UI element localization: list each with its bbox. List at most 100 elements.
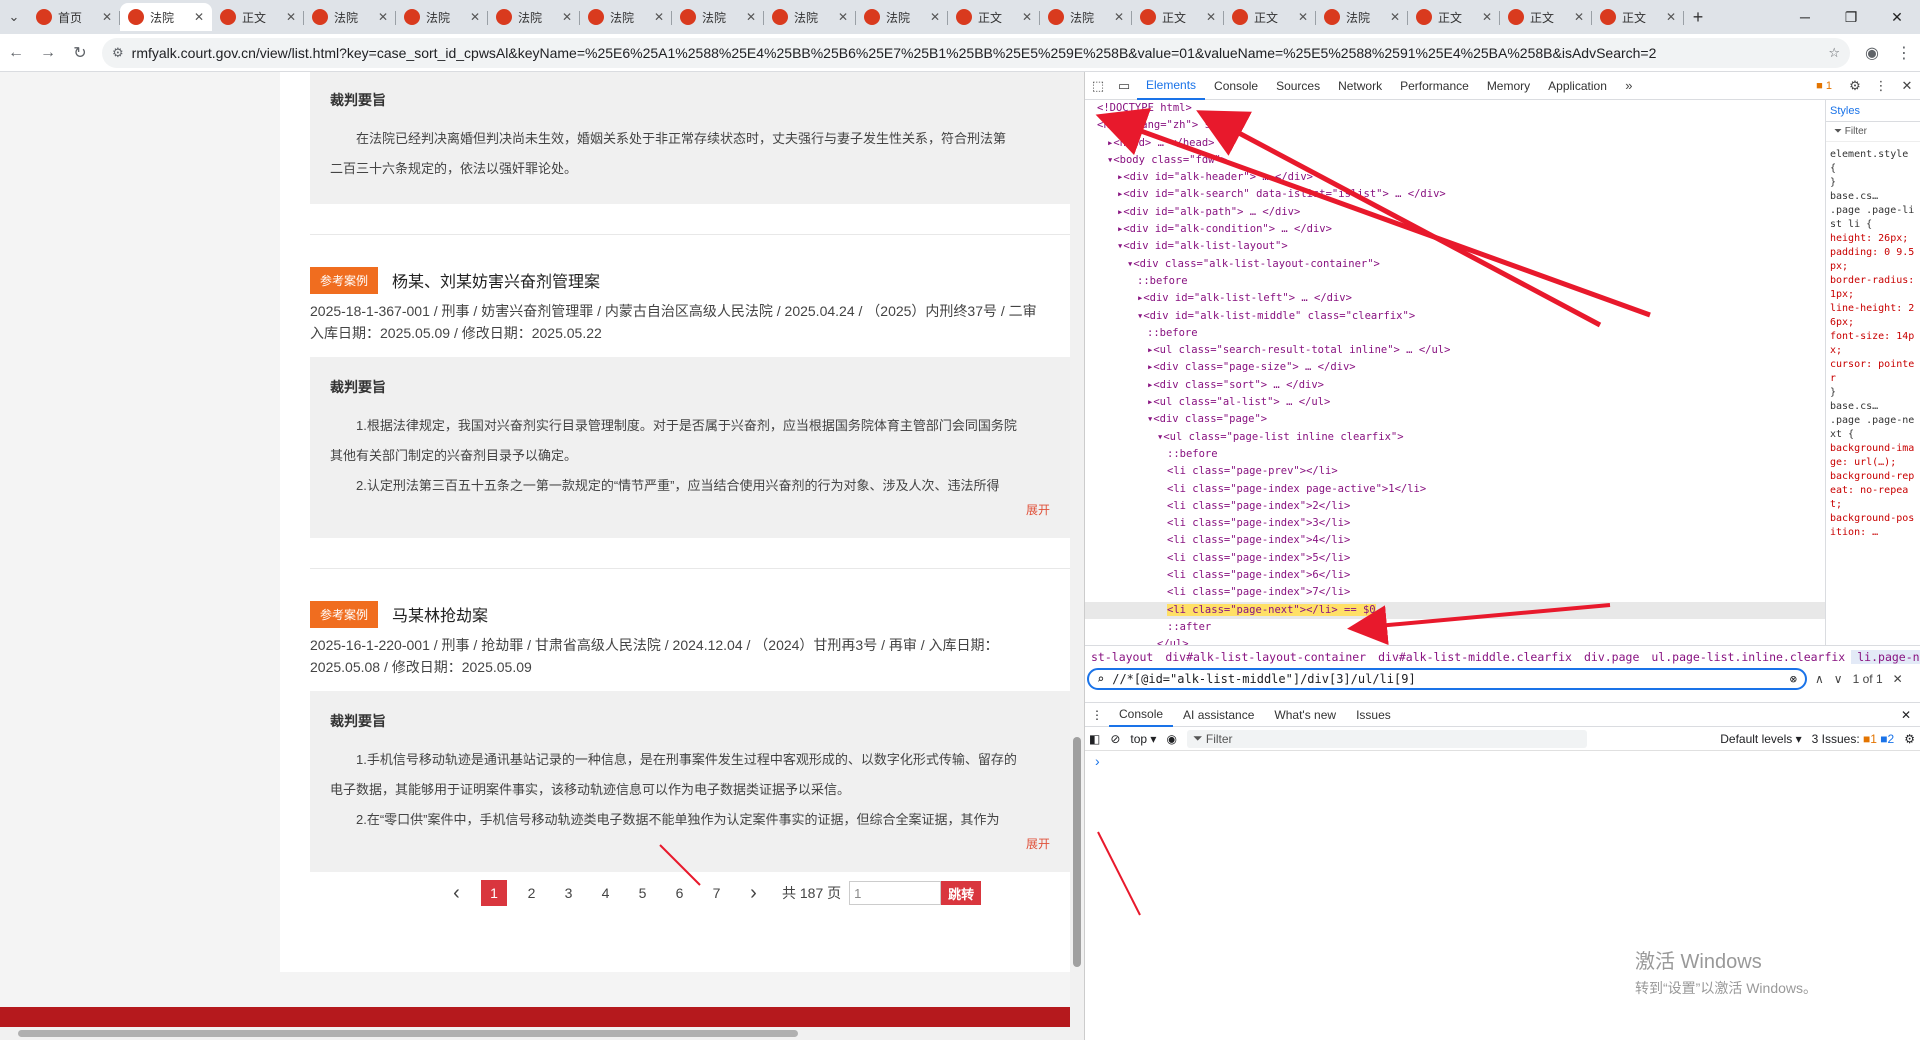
close-tab-icon[interactable]: ✕ bbox=[1482, 10, 1492, 24]
close-drawer-icon[interactable]: ✕ bbox=[1891, 708, 1920, 722]
browser-tab[interactable]: 正文 ✕ bbox=[1408, 3, 1500, 31]
address-bar[interactable]: ⚙ rmfyalk.court.gov.cn/view/list.html?ke… bbox=[102, 37, 1850, 68]
dom-node[interactable]: </ul> bbox=[1085, 636, 1825, 645]
breadcrumb-item[interactable]: ul.page-list.inline.clearfix bbox=[1645, 650, 1851, 664]
dom-node[interactable]: <li class="page-index">4</li> bbox=[1085, 532, 1825, 549]
expand-link[interactable]: 展开 bbox=[330, 501, 1050, 518]
close-tab-icon[interactable]: ✕ bbox=[1114, 10, 1124, 24]
styles-filter[interactable]: Filter bbox=[1845, 126, 1867, 137]
page-5-button[interactable]: 5 bbox=[624, 885, 661, 901]
dom-node[interactable]: <li class="page-prev"></li> bbox=[1085, 463, 1825, 480]
forward-icon[interactable]: → bbox=[32, 37, 64, 69]
close-tab-icon[interactable]: ✕ bbox=[1390, 10, 1400, 24]
dom-node[interactable]: ▸<div id="alk-header"> … </div> bbox=[1085, 169, 1825, 186]
clear-console-icon[interactable]: ⊘ bbox=[1110, 732, 1120, 746]
dom-node[interactable]: <li class="page-index">7</li> bbox=[1085, 584, 1825, 601]
drawer-menu-icon[interactable]: ⋮ bbox=[1085, 708, 1109, 722]
tab-performance[interactable]: Performance bbox=[1391, 72, 1478, 100]
browser-tab[interactable]: 正文 ✕ bbox=[1224, 3, 1316, 31]
close-search-icon[interactable]: ✕ bbox=[1893, 672, 1903, 686]
site-info-icon[interactable]: ⚙ bbox=[112, 45, 124, 61]
dom-node[interactable]: ::before bbox=[1085, 273, 1825, 290]
devtools-menu-icon[interactable]: ⋮ bbox=[1868, 73, 1894, 99]
breadcrumb-item[interactable]: st-layout bbox=[1085, 650, 1159, 664]
settings-gear-icon[interactable]: ⚙ bbox=[1842, 73, 1868, 99]
case-title-link[interactable]: 杨某、刘某妨害兴奋剂管理案 bbox=[392, 268, 600, 292]
close-tab-icon[interactable]: ✕ bbox=[1022, 10, 1032, 24]
dom-node[interactable]: ▸<div class="sort"> … </div> bbox=[1085, 377, 1825, 394]
tab-console[interactable]: Console bbox=[1205, 72, 1267, 100]
log-levels-dropdown[interactable]: Default levels ▾ bbox=[1720, 732, 1801, 746]
breadcrumb-item[interactable]: div#alk-list-middle.clearfix bbox=[1372, 650, 1578, 664]
dom-node[interactable]: <!DOCTYPE html> bbox=[1085, 100, 1825, 117]
dom-node[interactable]: ▾<body class="fdw"> bbox=[1085, 152, 1825, 169]
browser-tab[interactable]: 法院 ✕ bbox=[764, 3, 856, 31]
page-prev-button[interactable]: ‹ bbox=[438, 882, 475, 905]
menu-icon[interactable]: ⋮ bbox=[1888, 37, 1920, 69]
search-next-icon[interactable]: ∨ bbox=[1834, 672, 1843, 686]
browser-tab[interactable]: 首页 ✕ bbox=[28, 3, 120, 31]
browser-tab[interactable]: 正文 ✕ bbox=[212, 3, 304, 31]
tab-elements[interactable]: Elements bbox=[1137, 72, 1206, 100]
inspect-element-icon[interactable]: ⬚ bbox=[1085, 73, 1111, 99]
dom-node[interactable]: ▸<head> … </head> bbox=[1085, 135, 1825, 152]
tab-network[interactable]: Network bbox=[1329, 72, 1391, 100]
goto-page-input[interactable]: 1 bbox=[849, 881, 942, 905]
issues-badge[interactable]: ■ 1 bbox=[1816, 80, 1832, 92]
tab-sources[interactable]: Sources bbox=[1267, 72, 1329, 100]
dom-node[interactable]: <li class="page-index">3</li> bbox=[1085, 515, 1825, 532]
close-tab-icon[interactable]: ✕ bbox=[470, 10, 480, 24]
issues-counter[interactable]: 3 Issues: ■1 ■2 bbox=[1812, 732, 1895, 746]
browser-tab[interactable]: 正文 ✕ bbox=[1500, 3, 1592, 31]
close-tab-icon[interactable]: ✕ bbox=[102, 10, 112, 24]
browser-tab[interactable]: 正文 ✕ bbox=[1592, 3, 1684, 31]
page-6-button[interactable]: 6 bbox=[661, 885, 698, 901]
tab-search-button[interactable]: ⌄ bbox=[0, 3, 28, 31]
browser-tab[interactable]: 法院 ✕ bbox=[1316, 3, 1408, 31]
search-prev-icon[interactable]: ∧ bbox=[1815, 672, 1824, 686]
close-tab-icon[interactable]: ✕ bbox=[1574, 10, 1584, 24]
dom-node[interactable]: <li class="page-index">6</li> bbox=[1085, 567, 1825, 584]
close-tab-icon[interactable]: ✕ bbox=[746, 10, 756, 24]
page-2-button[interactable]: 2 bbox=[513, 885, 550, 901]
dom-node[interactable]: ::before bbox=[1085, 325, 1825, 342]
minimize-icon[interactable]: ─ bbox=[1782, 0, 1828, 34]
drawer-tab-console[interactable]: Console bbox=[1109, 703, 1174, 727]
scrollbar-thumb[interactable] bbox=[18, 1030, 798, 1037]
breadcrumb-item[interactable]: li.page-next bbox=[1851, 649, 1920, 664]
dom-node[interactable]: ▾<div id="alk-list-layout"> bbox=[1085, 238, 1825, 255]
dom-node[interactable]: <html lang="zh"> scroll bbox=[1085, 117, 1825, 134]
scrollbar-thumb[interactable] bbox=[1073, 737, 1081, 967]
close-tab-icon[interactable]: ✕ bbox=[378, 10, 388, 24]
browser-tab[interactable]: 法院 ✕ bbox=[1040, 3, 1132, 31]
browser-tab[interactable]: 法院 ✕ bbox=[856, 3, 948, 31]
dom-node[interactable]: ▾<div class="page"> bbox=[1085, 411, 1825, 428]
dom-node[interactable]: ▸<ul class="search-result-total inline">… bbox=[1085, 342, 1825, 359]
browser-tab[interactable]: 法院 ✕ bbox=[396, 3, 488, 31]
close-tab-icon[interactable]: ✕ bbox=[1298, 10, 1308, 24]
dom-node[interactable]: ▸<div class="page-size"> … </div> bbox=[1085, 359, 1825, 376]
bookmark-star-icon[interactable]: ☆ bbox=[1828, 45, 1840, 61]
drawer-tab-ai-assistance[interactable]: AI assistance bbox=[1173, 703, 1264, 727]
context-selector[interactable]: top ▾ bbox=[1130, 732, 1156, 746]
restore-icon[interactable]: ❐ bbox=[1828, 0, 1874, 34]
device-toolbar-icon[interactable]: ▭ bbox=[1111, 73, 1137, 99]
dom-node[interactable]: ▸<div id="alk-search" data-islist="islis… bbox=[1085, 186, 1825, 203]
browser-tab[interactable]: 法院 ✕ bbox=[488, 3, 580, 31]
page-next-button[interactable]: › bbox=[735, 882, 772, 905]
close-tab-icon[interactable]: ✕ bbox=[1666, 10, 1676, 24]
page-4-button[interactable]: 4 bbox=[587, 885, 624, 901]
breadcrumb-item[interactable]: div#alk-list-layout-container bbox=[1159, 650, 1372, 664]
dom-node[interactable]: ▾<div id="alk-list-middle" class="clearf… bbox=[1085, 308, 1825, 325]
dom-node[interactable]: ▸<div id="alk-path"> … </div> bbox=[1085, 204, 1825, 221]
close-tab-icon[interactable]: ✕ bbox=[562, 10, 572, 24]
dom-node[interactable]: <li class="page-index">2</li> bbox=[1085, 498, 1825, 515]
console-filter-input[interactable]: ⏷ Filter bbox=[1186, 729, 1587, 748]
horizontal-scrollbar[interactable] bbox=[0, 1027, 1070, 1040]
expand-link[interactable]: 展开 bbox=[330, 835, 1050, 852]
goto-page-button[interactable]: 跳转 bbox=[941, 881, 982, 905]
close-tab-icon[interactable]: ✕ bbox=[654, 10, 664, 24]
live-expression-icon[interactable]: ◉ bbox=[1166, 732, 1176, 746]
dom-node[interactable]: ▾<div class="alk-list-layout-container"> bbox=[1085, 256, 1825, 273]
more-tabs-icon[interactable]: » bbox=[1616, 73, 1642, 99]
